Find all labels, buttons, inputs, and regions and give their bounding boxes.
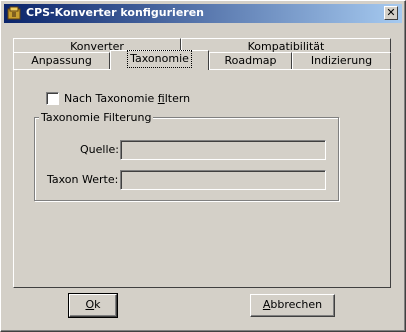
- group-title: Taxonomie Filterung: [39, 111, 154, 124]
- taxonomy-panel: Nach Taxonomie filtern Taxonomie Filteru…: [13, 69, 391, 288]
- taxon-values-field[interactable]: [120, 170, 326, 190]
- tab-roadmap[interactable]: Roadmap: [209, 52, 292, 70]
- taxonomy-filter-label-text: Nach Taxonomie: [64, 92, 158, 105]
- ok-mnemonic: O: [85, 298, 95, 311]
- tab-taxonomie[interactable]: Taxonomie: [110, 50, 209, 70]
- taxon-values-label: Taxon Werte:: [47, 173, 119, 186]
- taxonomy-filter-label[interactable]: Nach Taxonomie filtern: [64, 92, 190, 105]
- tab-label: Anpassung: [31, 54, 92, 67]
- dialog-window: CPS-Konverter konfigurieren ✕ Konverter …: [0, 0, 406, 332]
- tab-label: Indizierung: [310, 54, 373, 67]
- source-field[interactable]: [120, 140, 326, 160]
- source-label: Quelle:: [80, 143, 119, 156]
- close-icon: ✕: [386, 6, 396, 19]
- close-button[interactable]: ✕: [384, 6, 398, 20]
- tab-anpassung[interactable]: Anpassung: [13, 52, 110, 70]
- cancel-button[interactable]: Abbrechen: [250, 294, 335, 317]
- tab-label: Roadmap: [224, 54, 277, 67]
- tab-indizierung[interactable]: Indizierung: [292, 52, 391, 70]
- window-title: CPS-Konverter konfigurieren: [26, 6, 205, 19]
- app-icon: [7, 6, 21, 20]
- taxonomy-filter-label-rest: iltern: [164, 92, 191, 105]
- ok-label: k: [94, 298, 101, 311]
- taxonomy-filter-mnemonic: f: [157, 92, 165, 105]
- cancel-label: bbrechen: [270, 298, 323, 311]
- title-bar[interactable]: CPS-Konverter konfigurieren ✕: [4, 4, 402, 23]
- tab-label: Taxonomie: [127, 50, 192, 68]
- taxonomy-filter-checkbox[interactable]: [46, 92, 59, 105]
- ok-button[interactable]: Ok: [68, 293, 118, 318]
